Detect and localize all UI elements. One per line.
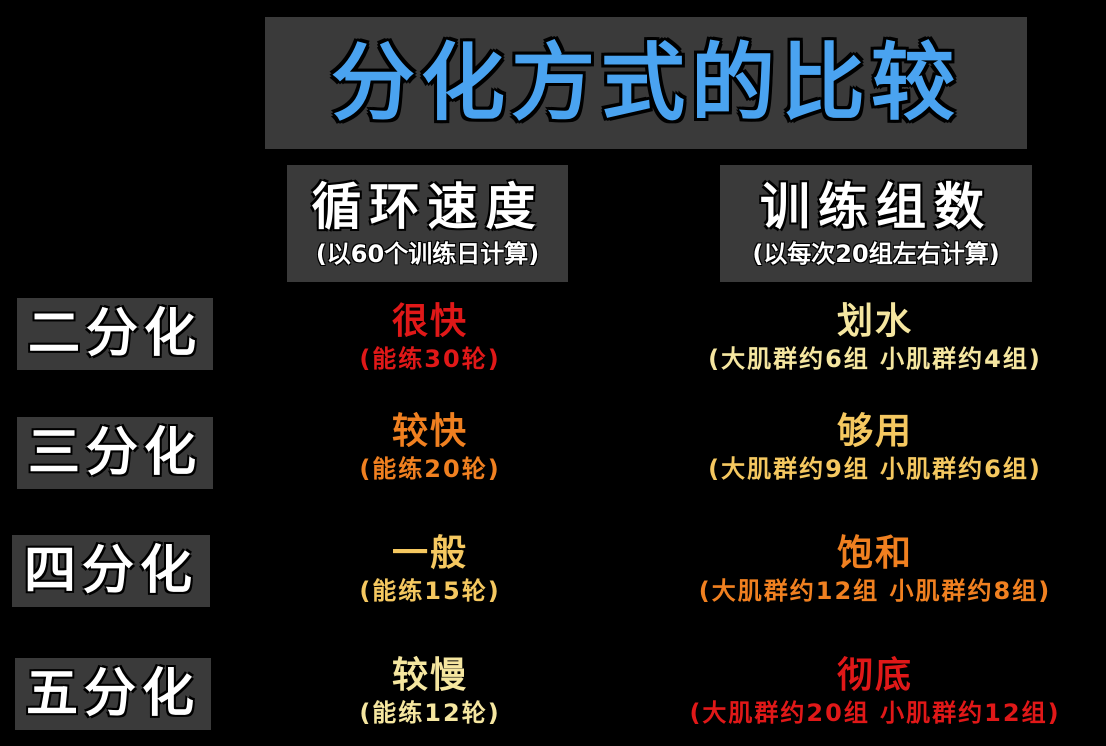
column-header-sub: (以每次20组左右计算) [752,239,1000,268]
column-header-cycle-speed: 循环速度 (以60个训练日计算) [287,165,568,282]
sets-sub: (大肌群约9组 小肌群约6组) [708,454,1042,483]
sets-cell: 饱和 (大肌群约12组 小肌群约8组) [640,534,1106,604]
speed-cell: 较慢 (能练12轮) [300,656,560,726]
sets-sub: (大肌群约6组 小肌群约4组) [708,344,1042,373]
sets-sub: (大肌群约20组 小肌群约12组) [689,698,1061,727]
row-label-four-split: 四分化 [12,535,210,607]
sets-cell: 划水 (大肌群约6组 小肌群约4组) [640,302,1106,372]
speed-sub: (能练30轮) [359,344,501,373]
speed-cell: 一般 (能练15轮) [300,534,560,604]
sets-main: 饱和 [836,533,913,574]
speed-cell: 很快 (能练30轮) [300,302,560,372]
column-header-main: 循环速度 [311,177,544,236]
row-label-three-split: 三分化 [17,417,213,489]
speed-sub: (能练15轮) [359,576,501,605]
column-header-sub: (以60个训练日计算) [315,239,540,268]
sets-main: 够用 [836,411,913,452]
sets-sub: (大肌群约12组 小肌群约8组) [698,576,1052,605]
sets-cell: 彻底 (大肌群约20组 小肌群约12组) [640,656,1106,726]
speed-sub: (能练20轮) [359,454,501,483]
sets-cell: 够用 (大肌群约9组 小肌群约6组) [640,412,1106,482]
sets-main: 划水 [836,301,913,342]
speed-main: 较慢 [391,655,468,696]
title-banner: 分化方式的比较 [265,17,1027,149]
row-label-two-split: 二分化 [17,298,213,370]
column-header-main: 训练组数 [760,177,992,236]
speed-cell: 较快 (能练20轮) [300,412,560,482]
speed-main: 一般 [391,533,468,574]
page-title: 分化方式的比较 [330,34,961,132]
speed-main: 较快 [391,411,468,452]
row-label-five-split: 五分化 [15,658,211,730]
column-header-set-count: 训练组数 (以每次20组左右计算) [720,165,1032,282]
speed-sub: (能练12轮) [359,698,501,727]
sets-main: 彻底 [836,655,913,696]
speed-main: 很快 [391,301,468,342]
